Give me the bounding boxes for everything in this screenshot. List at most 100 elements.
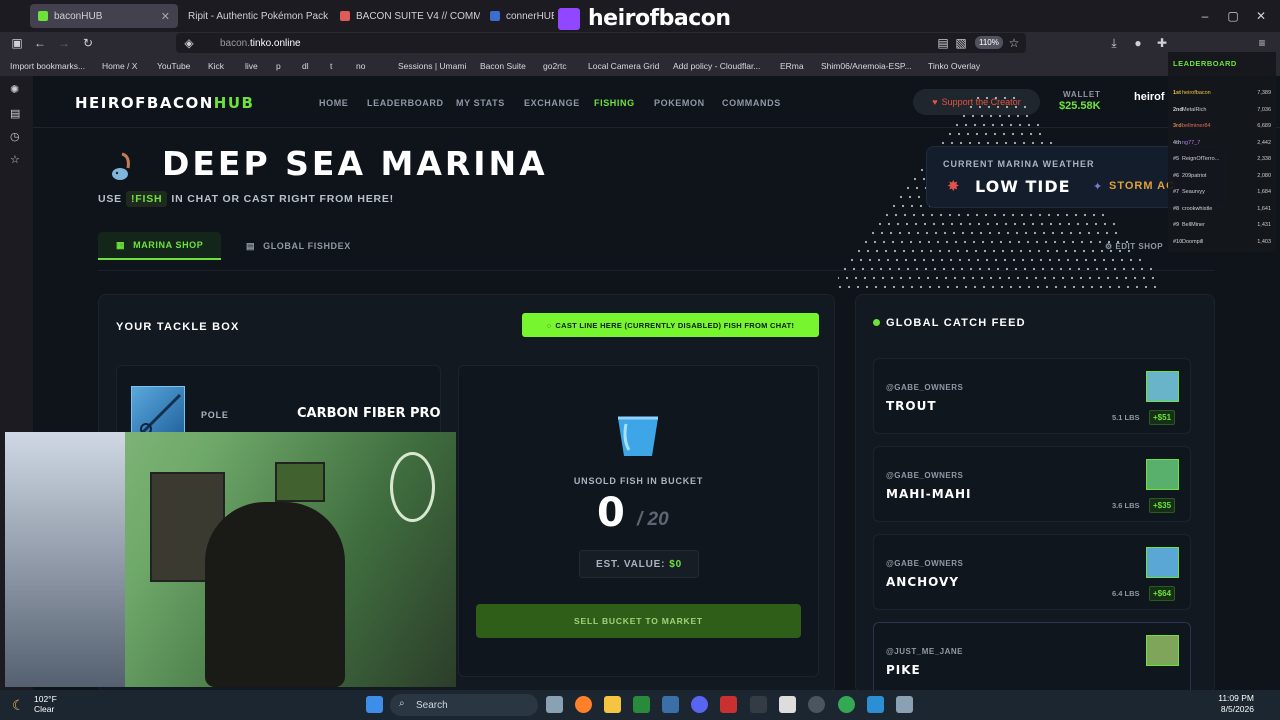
nav-home[interactable]: HOME bbox=[319, 98, 348, 108]
bookmark-item[interactable]: YouTube bbox=[157, 61, 190, 71]
reader-icon[interactable]: ▤ bbox=[936, 36, 950, 50]
nav-leaderboard[interactable]: LEADERBOARD bbox=[367, 98, 444, 108]
synced-tabs-icon[interactable]: ▤ bbox=[10, 108, 22, 120]
decorative-dot bbox=[892, 204, 896, 208]
discord-icon[interactable] bbox=[691, 696, 708, 713]
account-icon[interactable]: ● bbox=[1131, 36, 1145, 50]
bookmark-item[interactable]: ERma bbox=[780, 61, 804, 71]
leaderboard-name: ReignOfTerro... bbox=[1182, 156, 1220, 162]
tab-connerhub[interactable]: connerHUB bbox=[482, 4, 554, 28]
download-icon[interactable]: ⤓ bbox=[1107, 36, 1121, 50]
app-icon[interactable] bbox=[720, 696, 737, 713]
sidebar-toggle-icon[interactable]: ▣ bbox=[10, 36, 24, 50]
decorative-dot bbox=[1138, 258, 1142, 262]
decorative-dot bbox=[1092, 213, 1096, 217]
file-explorer-icon[interactable] bbox=[604, 696, 621, 713]
sell-bucket-button[interactable]: SELL BUCKET TO MARKET bbox=[476, 604, 801, 638]
vscode-icon[interactable] bbox=[867, 696, 884, 713]
bookmark-item[interactable]: go2rtc bbox=[543, 61, 567, 71]
taskbar-weather[interactable]: 102°F Clear bbox=[34, 694, 57, 714]
leaderboard-name: Doompill bbox=[1182, 238, 1204, 245]
firefox-icon[interactable] bbox=[575, 696, 592, 713]
decorative-dot bbox=[868, 258, 872, 262]
history-icon[interactable]: ◷ bbox=[10, 131, 22, 143]
shield-icon[interactable]: ◈ bbox=[182, 36, 196, 50]
chrome-icon[interactable] bbox=[838, 696, 855, 713]
bookmark-item[interactable]: Bacon Suite bbox=[480, 61, 526, 71]
bookmark-item[interactable]: no bbox=[356, 61, 365, 71]
extensions-icon[interactable]: ✚ bbox=[1155, 36, 1169, 50]
back-icon[interactable]: ← bbox=[33, 36, 47, 50]
bookmark-item[interactable]: Import bookmarks... bbox=[10, 61, 85, 71]
decorative-dot bbox=[978, 105, 982, 109]
leaderboard-score: 1,641 bbox=[1257, 205, 1271, 212]
taskbar-clock[interactable]: 11:09 PM 8/5/2026 bbox=[1214, 693, 1254, 715]
decorative-dot bbox=[911, 249, 915, 253]
nav-my-stats[interactable]: MY STATS bbox=[456, 98, 505, 108]
close-icon[interactable]: ✕ bbox=[155, 10, 170, 23]
tab-ripit[interactable]: Ripit - Authentic Pokémon Pack Op ✕ bbox=[180, 4, 330, 28]
close-window-icon[interactable]: ✕ bbox=[1254, 9, 1268, 23]
tab-bacon-suite[interactable]: BACON SUITE V4 // COMMAND ✕ bbox=[332, 4, 480, 28]
task-view-icon[interactable] bbox=[546, 696, 563, 713]
pole-type: POLE bbox=[201, 410, 229, 420]
reload-icon[interactable]: ↻ bbox=[81, 36, 95, 50]
decorative-dot bbox=[1038, 213, 1042, 217]
bookmark-item[interactable]: Kick bbox=[208, 61, 224, 71]
url-bar[interactable]: bacon. tinko.online bbox=[176, 33, 1026, 53]
bookmark-item[interactable]: live bbox=[245, 61, 258, 71]
bookmark-item[interactable]: Home / X bbox=[102, 61, 137, 71]
windows-start-icon[interactable] bbox=[366, 696, 383, 713]
nav-exchange[interactable]: EXCHANGE bbox=[524, 98, 580, 108]
tab-global-fishdex[interactable]: ▤ GLOBAL FISHDEX bbox=[228, 232, 369, 260]
decorative-dot bbox=[1090, 285, 1094, 289]
decorative-dot bbox=[994, 96, 998, 100]
leaderboard-name: bellminer84 bbox=[1182, 123, 1211, 129]
decorative-dot bbox=[929, 249, 933, 253]
cast-line-button[interactable]: ◌ CAST LINE HERE (CURRENTLY DISABLED) FIS… bbox=[522, 313, 819, 337]
leaderboard-name: 209patriot bbox=[1182, 172, 1207, 179]
edit-shop-button[interactable]: ⚙ EDIT SHOP bbox=[1105, 242, 1163, 251]
maximize-icon[interactable]: ▢ bbox=[1226, 9, 1240, 23]
decorative-dot bbox=[904, 258, 908, 262]
app-icon[interactable] bbox=[779, 696, 796, 713]
obs-icon[interactable] bbox=[808, 696, 825, 713]
bookmark-item[interactable]: Sessions | Umami bbox=[398, 61, 466, 71]
site-logo[interactable]: HEIROFBACONHUB bbox=[75, 94, 254, 112]
minimize-icon[interactable]: – bbox=[1198, 9, 1212, 23]
leaderboard-row: 2nd MetalRich 7,036 bbox=[1173, 107, 1271, 117]
nav-commands[interactable]: COMMANDS bbox=[722, 98, 781, 108]
steam-icon[interactable] bbox=[662, 696, 679, 713]
app-icon[interactable] bbox=[896, 696, 913, 713]
taskbar-search[interactable]: ⌕ Search bbox=[390, 694, 538, 716]
menu-icon[interactable]: ≡ bbox=[1255, 36, 1269, 50]
bookmark-item[interactable]: Local Camera Grid bbox=[588, 61, 659, 71]
decorative-dot bbox=[1028, 249, 1032, 253]
decorative-dot bbox=[962, 114, 966, 118]
forward-icon[interactable]: → bbox=[57, 36, 71, 50]
bookmarks-icon[interactable]: ☆ bbox=[10, 154, 22, 166]
nav-fishing[interactable]: FISHING bbox=[594, 98, 635, 108]
bookmark-item[interactable]: p bbox=[276, 61, 281, 71]
subtitle-text: IN CHAT OR CAST RIGHT FROM HERE! bbox=[171, 193, 394, 205]
bookmark-item[interactable]: dl bbox=[302, 61, 309, 71]
decorative-dot bbox=[1126, 285, 1130, 289]
leaderboard-score: 2,338 bbox=[1257, 156, 1271, 162]
decorative-dot bbox=[917, 276, 921, 280]
tab-marina-shop[interactable]: ▦ MARINA SHOP bbox=[98, 232, 222, 260]
bookmark-item[interactable]: Tinko Overlay bbox=[928, 61, 980, 71]
bookmark-item[interactable]: Shim06/Anemoia-ESP... bbox=[821, 61, 912, 71]
decorative-dot bbox=[941, 141, 945, 145]
decorative-dot bbox=[1085, 222, 1089, 226]
zoom-level[interactable]: 110% bbox=[975, 36, 1003, 49]
terminal-icon[interactable] bbox=[750, 696, 767, 713]
decorative-dot bbox=[971, 276, 975, 280]
ai-chat-icon[interactable]: ✺ bbox=[10, 84, 22, 96]
tab-baconhub[interactable]: baconHUB ✕ bbox=[30, 4, 178, 28]
bookmark-item[interactable]: Add policy - Cloudflar... bbox=[673, 61, 760, 71]
xbox-icon[interactable] bbox=[633, 696, 650, 713]
bookmark-item[interactable]: t bbox=[330, 61, 332, 71]
screenshot-icon[interactable]: ▧ bbox=[954, 36, 968, 50]
nav-pokemon[interactable]: POKEMON bbox=[654, 98, 705, 108]
bookmark-star-icon[interactable]: ☆ bbox=[1007, 36, 1021, 50]
